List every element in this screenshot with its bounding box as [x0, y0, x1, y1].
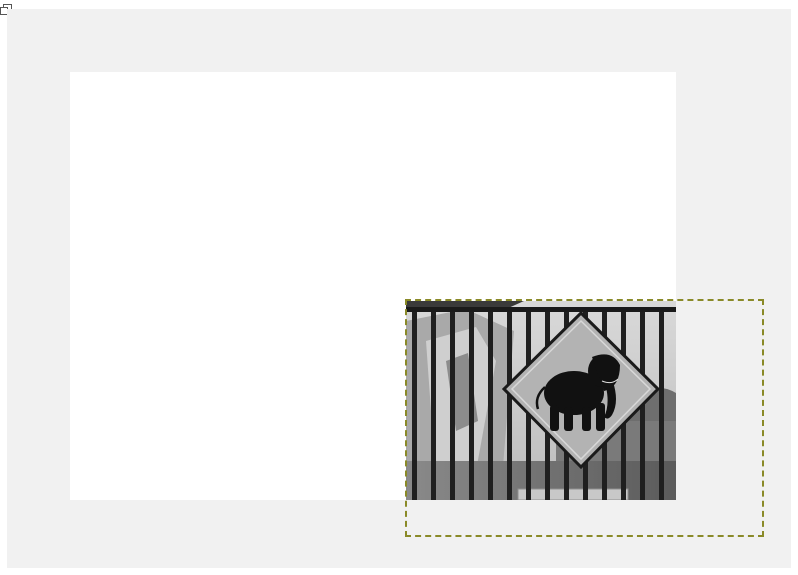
layer-boundary-selection[interactable]: [405, 299, 764, 537]
app-window: [0, 0, 798, 575]
canvas-viewport[interactable]: [7, 9, 791, 568]
